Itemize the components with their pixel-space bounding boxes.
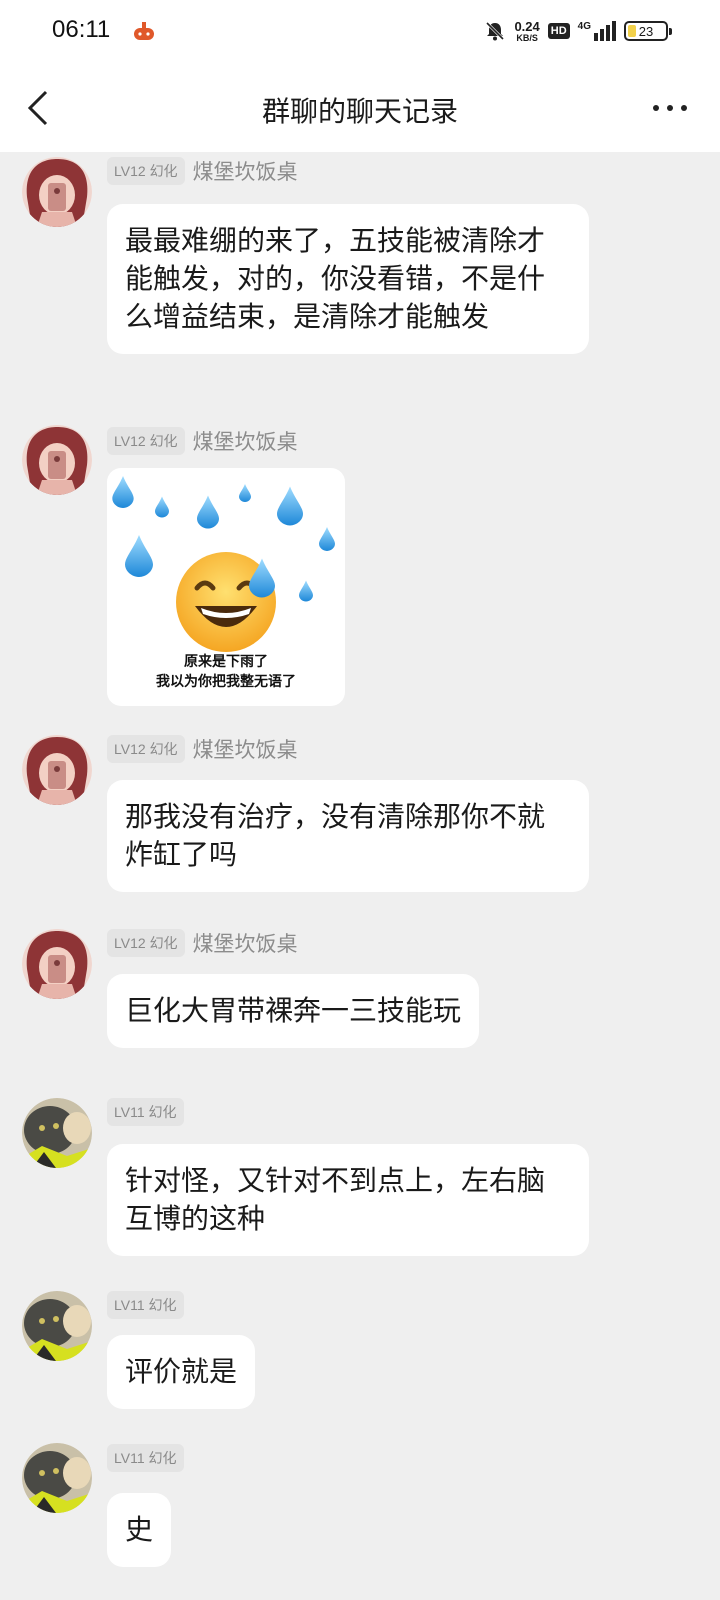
battery-icon: 23 bbox=[624, 21, 672, 41]
status-icons: 0.24 KB/S HD 4G 23 bbox=[484, 16, 672, 46]
sender-meta: LV11 幻化 bbox=[107, 1097, 184, 1127]
level-badge: LV11 幻化 bbox=[107, 1291, 184, 1319]
user-avatar[interactable] bbox=[22, 425, 92, 495]
message-bubble[interactable]: 评价就是 bbox=[107, 1335, 256, 1409]
network-speed: 0.24 KB/S bbox=[514, 18, 540, 43]
more-options-icon[interactable] bbox=[650, 98, 690, 118]
sender-meta: LV12 幻化 煤堡坎饭桌 bbox=[107, 156, 298, 186]
app-notification-icon bbox=[134, 22, 154, 40]
user-avatar[interactable] bbox=[22, 735, 92, 805]
status-bar: 06:11 0.24 KB/S HD 4G 23 bbox=[0, 0, 720, 64]
level-badge: LV11 幻化 bbox=[107, 1444, 184, 1472]
sender-meta: LV11 幻化 bbox=[107, 1290, 184, 1320]
status-time: 06:11 bbox=[52, 16, 111, 43]
message-bubble[interactable]: 最最难绷的来了，五技能被清除才能触发，对的，你没看错，不是什么增益结束，是清除才… bbox=[107, 204, 589, 354]
user-avatar[interactable] bbox=[22, 929, 92, 999]
message-bubble[interactable]: 巨化大胃带裸奔一三技能玩 bbox=[107, 974, 480, 1048]
sender-nickname: 煤堡坎饭桌 bbox=[192, 430, 298, 454]
sender-nickname: 煤堡坎饭桌 bbox=[192, 738, 298, 762]
sticker-caption: 原来是下雨了 我以为你把我整无语了 bbox=[156, 654, 296, 690]
mute-bell-icon bbox=[486, 21, 505, 41]
user-avatar[interactable] bbox=[22, 1443, 92, 1513]
user-avatar[interactable] bbox=[22, 157, 92, 227]
level-badge: LV11 幻化 bbox=[107, 1098, 184, 1126]
sender-meta: LV12 幻化 煤堡坎饭桌 bbox=[107, 928, 298, 958]
sender-nickname: 煤堡坎饭桌 bbox=[192, 932, 298, 956]
header: 群聊的聊天记录 bbox=[0, 64, 720, 152]
message-bubble[interactable]: 史 bbox=[107, 1493, 172, 1567]
level-badge: LV12 幻化 bbox=[107, 157, 185, 185]
sender-meta: LV12 幻化 煤堡坎饭桌 bbox=[107, 426, 298, 456]
level-badge: LV12 幻化 bbox=[107, 929, 185, 957]
level-badge: LV12 幻化 bbox=[107, 735, 185, 763]
sender-nickname: 煤堡坎饭桌 bbox=[192, 160, 298, 184]
message-bubble[interactable]: 那我没有治疗，没有清除那你不就炸缸了吗 bbox=[107, 780, 589, 892]
user-avatar[interactable] bbox=[22, 1098, 92, 1168]
level-badge: LV12 幻化 bbox=[107, 427, 185, 455]
sticker-image[interactable]: 原来是下雨了 我以为你把我整无语了 bbox=[107, 468, 345, 706]
message-bubble[interactable]: 针对怪，又针对不到点上，左右脑互博的这种 bbox=[107, 1144, 589, 1256]
sender-meta: LV11 幻化 bbox=[107, 1443, 184, 1473]
hd-icon: HD bbox=[547, 23, 570, 39]
user-avatar[interactable] bbox=[22, 1291, 92, 1361]
sender-meta: LV12 幻化 煤堡坎饭桌 bbox=[107, 734, 298, 764]
page-title: 群聊的聊天记录 bbox=[261, 95, 458, 128]
signal-icon: 4G bbox=[578, 21, 616, 41]
